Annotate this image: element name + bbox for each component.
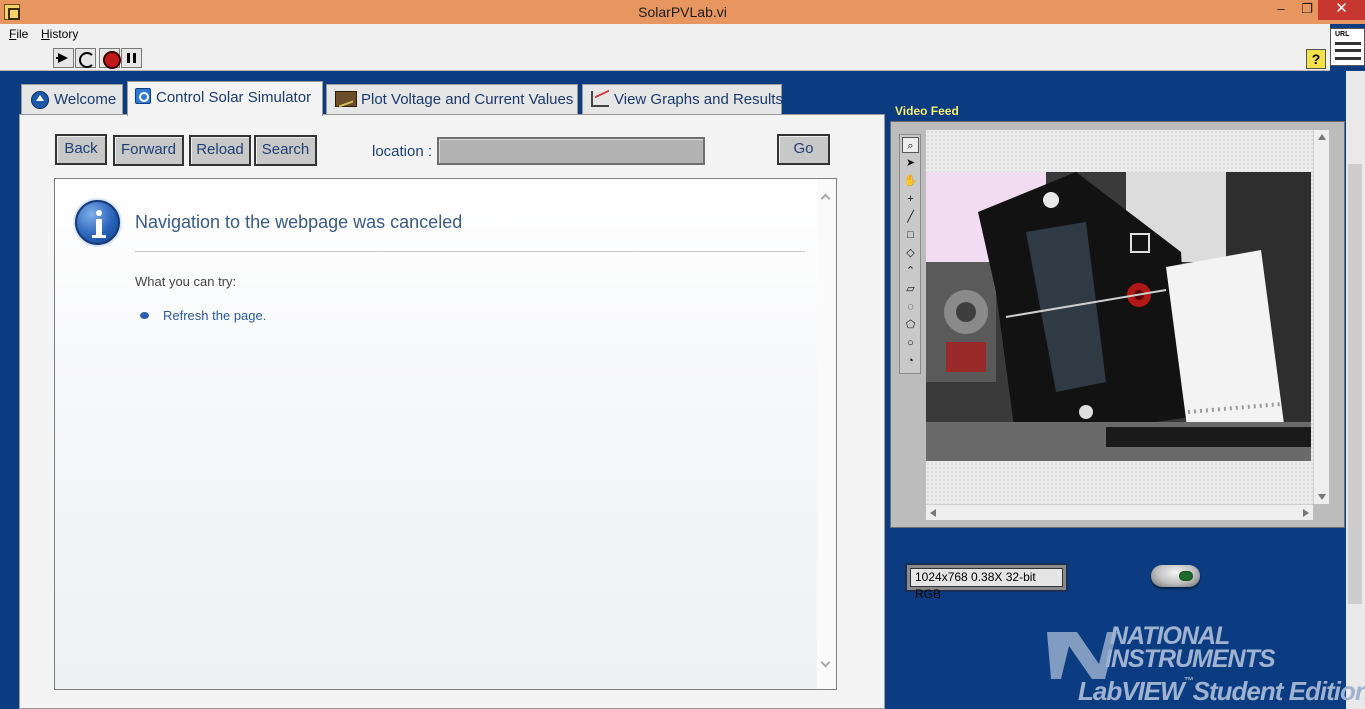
divider (135, 251, 805, 252)
scroll-down-icon[interactable] (820, 657, 831, 668)
control-icon (135, 88, 151, 104)
crosshair-tool-icon[interactable]: + (902, 191, 919, 207)
image-info-text: 1024x768 0.38X 32-bit RGB (910, 568, 1063, 601)
polyline-tool-icon[interactable]: ⌃ (902, 263, 919, 279)
run-continuously-icon[interactable] (75, 48, 96, 68)
browser-scrollbar[interactable] (817, 179, 836, 689)
video-feed-label: Video Feed (895, 104, 959, 118)
labview-edition-logo: LabVIEW™Student Edition (1078, 676, 1365, 707)
tab-plot-label: Plot Voltage and Current Values (361, 91, 574, 108)
page-heading: Navigation to the webpage was canceled (135, 212, 463, 232)
toolbar (0, 45, 1330, 71)
image-tools-palette: ⌕ ➤ ✋ + ╱ □ ◇ ⌃ ▱ ◌ ⬠ ○ ◔ (899, 134, 921, 374)
reload-button[interactable]: Reload (189, 135, 251, 166)
try-label: What you can try: (135, 274, 237, 289)
web-browser-view[interactable]: Navigation to the webpage was canceled W… (54, 178, 837, 690)
location-input[interactable] (437, 137, 705, 165)
camera-image-drawing (926, 172, 1311, 461)
vi-icon-lines (1335, 42, 1361, 60)
ni-logo-instruments: INSTRUMENTS (1105, 645, 1276, 673)
scroll-up-icon[interactable] (820, 193, 831, 204)
window-scrollbar-thumb[interactable] (1348, 164, 1362, 604)
tab-welcome-label: Welcome (54, 91, 117, 108)
forward-button[interactable]: Forward (113, 135, 184, 166)
go-button[interactable]: Go (777, 134, 830, 165)
location-label: location : (372, 143, 433, 160)
maximize-icon[interactable]: ❐ (1294, 0, 1320, 20)
zoom-tool-icon[interactable]: ⌕ (902, 137, 919, 153)
tab-plot-voltage-current[interactable]: Plot Voltage and Current Values (326, 84, 578, 114)
refresh-link[interactable]: Refresh the page. (163, 308, 266, 323)
tab-panel: Back Forward Reload Search location : Go… (19, 114, 885, 709)
scroll-down-icon[interactable] (1318, 494, 1326, 500)
scroll-right-icon[interactable] (1303, 509, 1309, 517)
bullet-icon (140, 312, 149, 319)
vi-icon[interactable]: URL (1330, 28, 1365, 66)
plot-icon (335, 91, 357, 107)
menu-history[interactable]: History (41, 27, 78, 41)
pan-tool-icon[interactable]: ✋ (902, 173, 919, 189)
close-icon[interactable]: ✕ (1318, 0, 1365, 20)
tab-control-label: Control Solar Simulator (156, 89, 312, 106)
title-bar: SolarPVLab.vi – ❐ ✕ (0, 0, 1365, 24)
menu-file-label: ile (16, 27, 29, 41)
info-icon-dot (96, 210, 102, 216)
status-led-toggle[interactable] (1151, 565, 1200, 587)
pointer-tool-icon[interactable]: ➤ (902, 155, 919, 171)
tab-view-label: View Graphs and Results (614, 91, 783, 108)
pause-icon[interactable] (121, 48, 142, 68)
camera-image (926, 172, 1311, 461)
image-info-indicator: 1024x768 0.38X 32-bit RGB (905, 563, 1068, 601)
window-title: SolarPVLab.vi (638, 4, 727, 20)
help-icon[interactable]: ? (1306, 49, 1326, 69)
info-icon (75, 200, 120, 245)
polygon-tool-icon[interactable]: ⬠ (902, 317, 919, 333)
oval-tool-icon[interactable]: ○ (902, 335, 919, 351)
rectangle-tool-icon[interactable]: □ (902, 227, 919, 243)
vi-icon-label: URL (1335, 31, 1350, 38)
scroll-left-icon[interactable] (930, 509, 936, 517)
freehand-tool-icon[interactable]: ▱ (902, 281, 919, 297)
labview-text: LabVIEW (1078, 676, 1185, 706)
abort-icon[interactable] (99, 48, 121, 69)
trademark: ™ (1183, 676, 1194, 687)
menu-history-label: istory (49, 27, 79, 41)
menu-history-accel: H (41, 27, 50, 41)
rotated-rectangle-tool-icon[interactable]: ◇ (902, 245, 919, 261)
annulus-tool-icon[interactable]: ◔ (902, 353, 919, 369)
line-tool-icon[interactable]: ╱ (902, 209, 919, 225)
run-icon[interactable] (53, 48, 74, 68)
tab-view-graphs-results[interactable]: View Graphs and Results (582, 84, 783, 114)
tab-welcome[interactable]: Welcome (21, 84, 123, 114)
back-button[interactable]: Back (55, 134, 107, 165)
search-button[interactable]: Search (254, 135, 317, 166)
edition-text: Student Edition (1192, 676, 1365, 706)
graph-icon (591, 91, 609, 107)
scroll-up-icon[interactable] (1318, 134, 1326, 140)
video-feed-display: ⌕ ➤ ✋ + ╱ □ ◇ ⌃ ▱ ◌ ⬠ ○ ◔ (890, 121, 1345, 528)
image-vertical-scrollbar[interactable] (1313, 130, 1329, 504)
minimize-icon[interactable]: – (1268, 0, 1294, 20)
window-scrollbar[interactable] (1346, 71, 1365, 709)
menu-file[interactable]: File (9, 27, 28, 41)
menu-bar: File History (0, 24, 1330, 45)
home-icon (31, 91, 49, 109)
info-icon-bar (92, 219, 106, 238)
image-display[interactable] (926, 130, 1313, 504)
image-horizontal-scrollbar[interactable] (926, 504, 1313, 520)
freehand-region-tool-icon[interactable]: ◌ (902, 299, 919, 315)
tab-control-solar-simulator[interactable]: Control Solar Simulator (127, 81, 323, 116)
